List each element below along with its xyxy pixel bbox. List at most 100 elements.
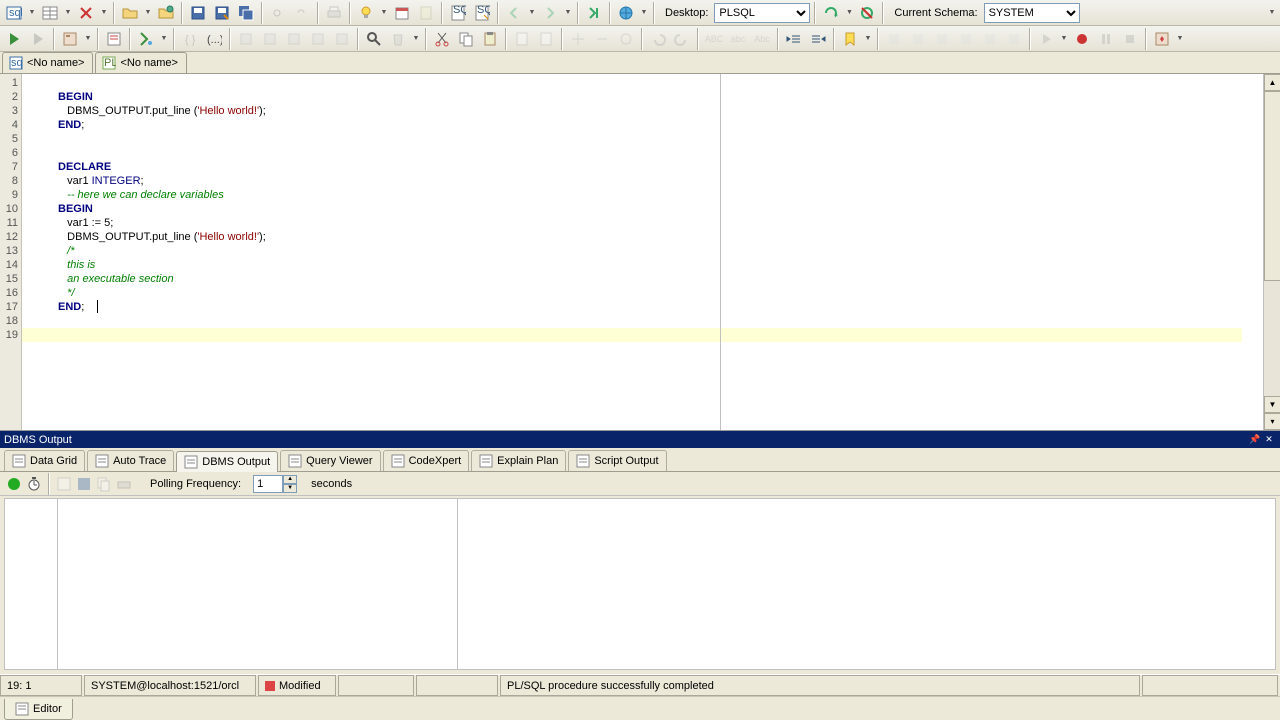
bookmark-icon[interactable] xyxy=(839,28,861,50)
code-editor[interactable]: 12345678910111213141516171819 BEGIN DBMS… xyxy=(0,74,1280,431)
save-icon[interactable] xyxy=(187,2,209,24)
line-gutter: 12345678910111213141516171819 xyxy=(0,74,22,430)
output-tab-explain-plan[interactable]: Explain Plan xyxy=(471,450,566,471)
output-tab-data-grid[interactable]: Data Grid xyxy=(4,450,85,471)
doc2-icon xyxy=(535,28,557,50)
output-tab-codexpert[interactable]: CodeXpert xyxy=(383,450,470,471)
scroll-down-icon[interactable]: ▼ xyxy=(1264,396,1280,413)
output-tab-auto-trace[interactable]: Auto Trace xyxy=(87,450,174,471)
indent-icon[interactable] xyxy=(807,28,829,50)
dropdown-icon[interactable]: ▼ xyxy=(379,2,389,24)
save-all-icon[interactable] xyxy=(235,2,257,24)
sql-icon[interactable]: sql xyxy=(3,2,25,24)
save-as-icon[interactable] xyxy=(211,2,233,24)
breakpoint-icon[interactable] xyxy=(1071,28,1093,50)
explain-icon[interactable] xyxy=(103,28,125,50)
output-body xyxy=(4,498,1276,670)
vertical-scrollbar[interactable]: ▲ ▼ ▾ xyxy=(1263,74,1280,430)
script-exec-icon[interactable] xyxy=(135,28,157,50)
bottom-tab-editor[interactable]: Editor xyxy=(4,699,73,720)
table-icon[interactable] xyxy=(39,2,61,24)
save-output-icon[interactable] xyxy=(76,476,92,492)
svg-text:sql: sql xyxy=(9,7,22,19)
calendar-icon[interactable] xyxy=(391,2,413,24)
g4-icon xyxy=(955,28,977,50)
lightbulb-icon[interactable] xyxy=(355,2,377,24)
dropdown-icon[interactable]: ▼ xyxy=(863,28,873,50)
scroll-up-icon[interactable]: ▲ xyxy=(1264,74,1280,91)
spin-down-icon[interactable]: ▼ xyxy=(283,484,297,493)
output-mid-pane xyxy=(58,499,458,669)
goto-end-icon[interactable] xyxy=(583,2,605,24)
output-toolbar: Polling Frequency: ▲▼ seconds xyxy=(0,472,1280,496)
output-tab-query-viewer[interactable]: Query Viewer xyxy=(280,450,380,471)
dropdown-icon[interactable]: ▼ xyxy=(27,2,37,24)
output-tab-script-output[interactable]: Script Output xyxy=(568,450,666,471)
clear-icon[interactable] xyxy=(56,476,72,492)
execute-icon[interactable] xyxy=(3,28,25,50)
tab-icon xyxy=(479,454,493,468)
overflow-icon[interactable]: ▼ xyxy=(1267,2,1277,24)
dropdown-icon: ▼ xyxy=(411,28,421,50)
editor-tab-1[interactable]: sql <No name> xyxy=(2,52,93,73)
open-icon[interactable] xyxy=(119,2,141,24)
timer-icon[interactable] xyxy=(26,476,42,492)
sql-script-icon[interactable]: SQL xyxy=(447,2,469,24)
cube5-icon xyxy=(331,28,353,50)
unindent-icon[interactable] xyxy=(783,28,805,50)
paste-icon[interactable] xyxy=(479,28,501,50)
svg-text:SQL: SQL xyxy=(453,5,466,16)
tab-icon xyxy=(95,454,109,468)
code-area[interactable]: BEGIN DBMS_OUTPUT.put_line ('Hello world… xyxy=(22,74,1263,430)
print-output-icon[interactable] xyxy=(116,476,132,492)
dropdown-icon[interactable]: ▼ xyxy=(844,2,854,24)
close-panel-icon[interactable]: ✕ xyxy=(1262,433,1276,447)
dropdown-icon[interactable]: ▼ xyxy=(83,28,93,50)
globe-icon[interactable] xyxy=(615,2,637,24)
abc3-icon: Abc xyxy=(751,28,773,50)
spin-up-icon[interactable]: ▲ xyxy=(283,475,297,484)
cut-icon[interactable] xyxy=(431,28,453,50)
editor-tab-2[interactable]: PL <No name> xyxy=(95,52,186,73)
schema-select[interactable]: SYSTEM xyxy=(984,3,1080,23)
copy-output-icon[interactable] xyxy=(96,476,112,492)
output-tab-dbms-output[interactable]: DBMS Output xyxy=(176,451,278,472)
cube3-icon xyxy=(283,28,305,50)
svg-text:{ }: { } xyxy=(185,34,196,46)
sql-tune-icon[interactable]: SQL xyxy=(471,2,493,24)
desktop-select[interactable]: PLSQL xyxy=(714,3,810,23)
open-net-icon[interactable] xyxy=(155,2,177,24)
tab-icon xyxy=(288,454,302,468)
scroll-corner-icon[interactable]: ▾ xyxy=(1264,413,1280,430)
dropdown-icon[interactable]: ▼ xyxy=(159,28,169,50)
dropdown-icon[interactable]: ▼ xyxy=(99,2,109,24)
dropdown-icon[interactable]: ▼ xyxy=(63,2,73,24)
polling-label: Polling Frequency: xyxy=(150,478,241,490)
refresh-icon[interactable] xyxy=(820,2,842,24)
status-connection: SYSTEM@localhost:1521/orcl xyxy=(84,675,256,696)
record-on-icon[interactable] xyxy=(6,476,22,492)
output-tabs: Data GridAuto TraceDBMS OutputQuery View… xyxy=(0,448,1280,472)
status-bar: 19: 1 SYSTEM@localhost:1521/orcl Modifie… xyxy=(0,674,1280,696)
dropdown-icon[interactable]: ▼ xyxy=(639,2,649,24)
stop-refresh-icon[interactable] xyxy=(856,2,878,24)
dropdown-icon[interactable]: ▼ xyxy=(143,2,153,24)
nav1-icon xyxy=(567,28,589,50)
copy-icon[interactable] xyxy=(455,28,477,50)
scroll-thumb[interactable] xyxy=(1264,91,1280,281)
dropdown-icon[interactable]: ▼ xyxy=(1175,28,1185,50)
polling-spinner[interactable]: ▲▼ xyxy=(253,475,297,493)
tab-label: <No name> xyxy=(120,57,177,69)
abc2-icon: abc xyxy=(727,28,749,50)
find-icon[interactable] xyxy=(363,28,385,50)
subst-var-icon[interactable]: (...) xyxy=(203,28,225,50)
close-x-icon[interactable] xyxy=(75,2,97,24)
polling-input[interactable] xyxy=(253,475,283,493)
polling-unit: seconds xyxy=(311,478,352,490)
pin-icon[interactable]: 📌 xyxy=(1248,433,1262,447)
nav3-icon xyxy=(615,28,637,50)
svg-text:PL: PL xyxy=(104,57,116,69)
schema-browser-icon[interactable] xyxy=(59,28,81,50)
options-icon[interactable] xyxy=(1151,28,1173,50)
g1-icon xyxy=(883,28,905,50)
